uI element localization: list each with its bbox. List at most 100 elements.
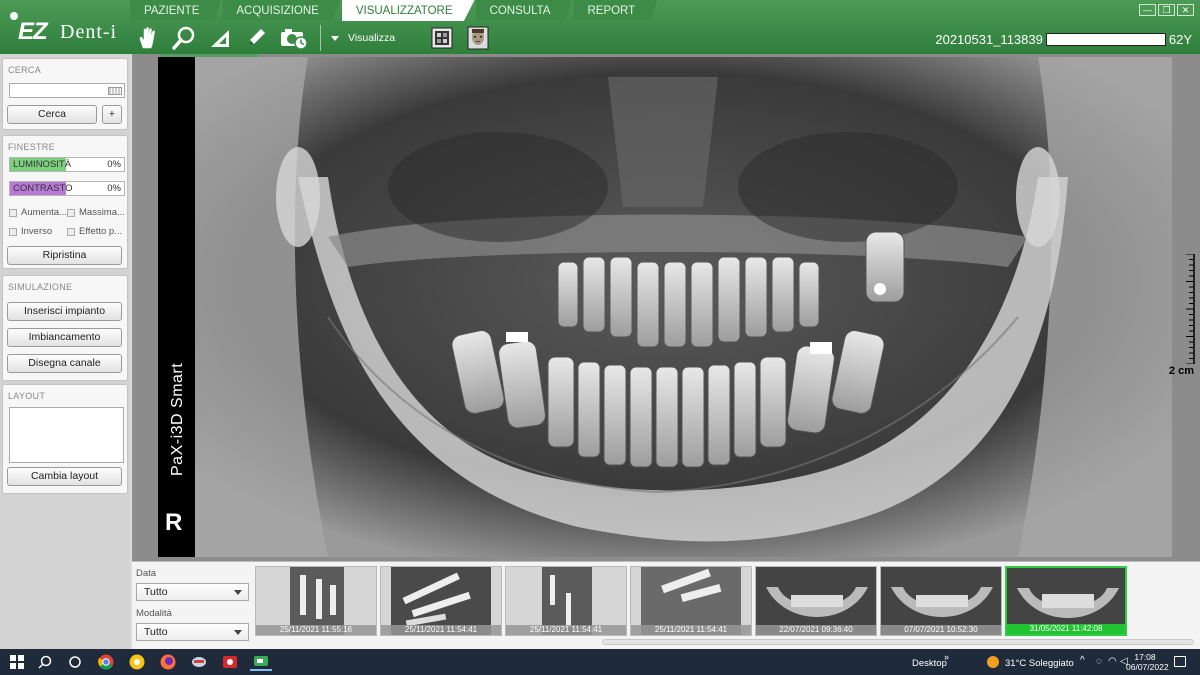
checkbox-aumenta[interactable]: Aumenta... xyxy=(9,207,67,218)
thumbnail-2[interactable]: 25/11/2021 11:54:41 xyxy=(380,566,502,636)
logo-suffix: Dent-i xyxy=(60,21,118,43)
layout-title: LAYOUT xyxy=(8,391,46,401)
modality-filter-value: Tutto xyxy=(144,626,168,638)
ezdent-taskbar-icon[interactable] xyxy=(250,653,272,671)
search-panel: CERCA Cerca + xyxy=(2,58,128,130)
change-layout-button[interactable]: Cambia layout xyxy=(7,467,122,486)
camera-icon[interactable] xyxy=(277,24,311,52)
close-button[interactable]: ✕ xyxy=(1177,4,1194,16)
logo-dot xyxy=(10,12,18,20)
thumbnail-5[interactable]: 22/07/2021 09:36:40 xyxy=(755,566,877,636)
grid-icon[interactable] xyxy=(427,24,457,52)
add-search-button[interactable]: + xyxy=(102,105,122,124)
visualizza-dropdown[interactable]: Visualizza xyxy=(331,32,395,44)
date-filter-select[interactable]: Tutto xyxy=(136,583,249,601)
thumbnail-date: 25/11/2021 11:55:16 xyxy=(256,625,376,635)
checkbox-massima[interactable]: Massima... xyxy=(67,207,125,218)
app-yellow-icon[interactable] xyxy=(128,653,146,671)
brightness-value: 0% xyxy=(107,159,121,170)
search-input[interactable] xyxy=(9,83,125,98)
checkbox-effetto[interactable]: Effetto p... xyxy=(67,226,122,237)
thumbnail-6[interactable]: 07/07/2021 10:52:30 xyxy=(880,566,1002,636)
dropdown-arrow-icon xyxy=(331,35,339,41)
left-sidebar: CERCA Cerca + FINESTRE LUMINOSITÀ 0% CON… xyxy=(0,54,130,649)
brightness-slider[interactable]: LUMINOSITÀ 0% xyxy=(9,157,125,172)
patient-id: 20210531_113839 xyxy=(935,32,1043,47)
desktop-label[interactable]: Desktop xyxy=(912,658,947,669)
minimize-button[interactable]: — xyxy=(1139,4,1156,16)
contrast-label: CONTRASTO xyxy=(13,183,73,194)
pencil-icon[interactable] xyxy=(241,24,271,52)
contrast-slider[interactable]: CONTRASTO 0% xyxy=(9,181,125,196)
date-filter-label: Data xyxy=(136,568,157,579)
chrome-icon[interactable] xyxy=(97,653,115,671)
app-red-icon[interactable] xyxy=(221,653,239,671)
reset-button[interactable]: Ripristina xyxy=(7,246,122,265)
layout-panel: LAYOUT Cambia layout xyxy=(2,384,128,494)
thumbnail-scrollbar[interactable] xyxy=(602,639,1194,645)
whitening-button[interactable]: Imbiancamento xyxy=(7,328,122,347)
device-label-bar: PaX-i3D Smart R xyxy=(158,57,195,557)
insert-implant-button[interactable]: Inserisci impianto xyxy=(7,302,122,321)
thumbnail-date: 31/05/2021 11:42:08 xyxy=(1007,624,1125,634)
windows-start-icon[interactable] xyxy=(8,653,26,671)
modality-filter-select[interactable]: Tutto xyxy=(136,623,249,641)
checkbox-effetto-label: Effetto p... xyxy=(79,226,123,237)
clock-time: 17:08 xyxy=(1134,652,1156,662)
draw-canal-button[interactable]: Disegna canale xyxy=(7,354,122,373)
tray-chevron-up-icon[interactable]: ^ xyxy=(1080,655,1085,666)
restore-button[interactable]: ❐ xyxy=(1158,4,1175,16)
tab-paziente[interactable]: PAZIENTE xyxy=(130,0,222,21)
firefox-icon[interactable] xyxy=(159,653,177,671)
weather-sun-icon xyxy=(987,656,999,668)
thumbnail-1[interactable]: 25/11/2021 11:55:16 xyxy=(255,566,377,636)
weather-text[interactable]: 31°C Soleggiato xyxy=(1005,658,1074,669)
side-marker: R xyxy=(165,509,183,536)
window-controls: — ❐ ✕ xyxy=(1139,4,1194,16)
wifi-icon[interactable]: ◠ xyxy=(1108,656,1117,667)
magnifier-icon[interactable] xyxy=(169,24,199,52)
main-tabs: PAZIENTE ACQUISIZIONE VISUALIZZATORE CON… xyxy=(130,0,658,21)
thumbnail-date: 25/11/2021 11:54:41 xyxy=(631,625,751,635)
clock[interactable]: 17:08 06/07/2022 xyxy=(1126,652,1169,672)
chevron-down-icon xyxy=(234,630,242,635)
search-icon[interactable] xyxy=(36,653,54,671)
panoramic-xray[interactable] xyxy=(158,57,1172,557)
checkbox-box xyxy=(67,227,75,236)
checkbox-box xyxy=(9,208,17,217)
tab-consulta[interactable]: CONSULTA xyxy=(475,0,573,21)
thumbnail-7-selected[interactable]: 31/05/2021 11:42:08 xyxy=(1005,566,1127,636)
windows-panel: FINESTRE LUMINOSITÀ 0% CONTRASTO 0% Aume… xyxy=(2,135,128,269)
triangle-ruler-icon[interactable] xyxy=(205,24,235,52)
network-icon[interactable]: ◌ xyxy=(1096,656,1102,667)
checkbox-box xyxy=(67,208,75,217)
task-view-icon[interactable] xyxy=(66,653,84,671)
clock-date: 06/07/2022 xyxy=(1126,662,1169,672)
tab-acquisizione[interactable]: ACQUISIZIONE xyxy=(222,0,341,21)
notification-icon[interactable] xyxy=(1174,656,1186,667)
tab-report[interactable]: REPORT xyxy=(573,0,658,21)
checkbox-massima-label: Massima... xyxy=(79,207,125,218)
thumbnail-4[interactable]: 25/11/2021 11:54:41 xyxy=(630,566,752,636)
scale-ruler xyxy=(1186,254,1195,364)
thumbnail-3[interactable]: 25/11/2021 11:54:41 xyxy=(505,566,627,636)
thumbnail-strip: Data Tutto Modalità Tutto 25/11/2021 11:… xyxy=(132,561,1200,649)
date-filter-value: Tutto xyxy=(144,586,168,598)
search-button[interactable]: Cerca xyxy=(7,105,97,124)
face-icon[interactable] xyxy=(463,24,493,52)
desktop-expand-icon[interactable]: » xyxy=(944,652,949,662)
layout-preview[interactable] xyxy=(9,407,124,463)
app-tools-icon[interactable] xyxy=(190,653,208,671)
scale-label: 2 cm xyxy=(1168,365,1194,377)
keyboard-icon[interactable] xyxy=(108,87,122,95)
tab-visualizzatore[interactable]: VISUALIZZATORE xyxy=(341,0,475,21)
search-title: CERCA xyxy=(8,65,42,75)
patient-name-redacted xyxy=(1045,33,1166,46)
image-viewer[interactable]: PANORAMICA xyxy=(132,54,1200,561)
viewer-toolbar: Visualizza xyxy=(130,23,496,53)
simulation-title: SIMULAZIONE xyxy=(8,282,73,292)
hand-icon[interactable] xyxy=(133,24,163,52)
patient-age: 62Y xyxy=(1168,32,1192,47)
checkbox-inverso[interactable]: Inverso xyxy=(9,226,52,237)
thumbnail-date: 25/11/2021 11:54:41 xyxy=(506,625,626,635)
